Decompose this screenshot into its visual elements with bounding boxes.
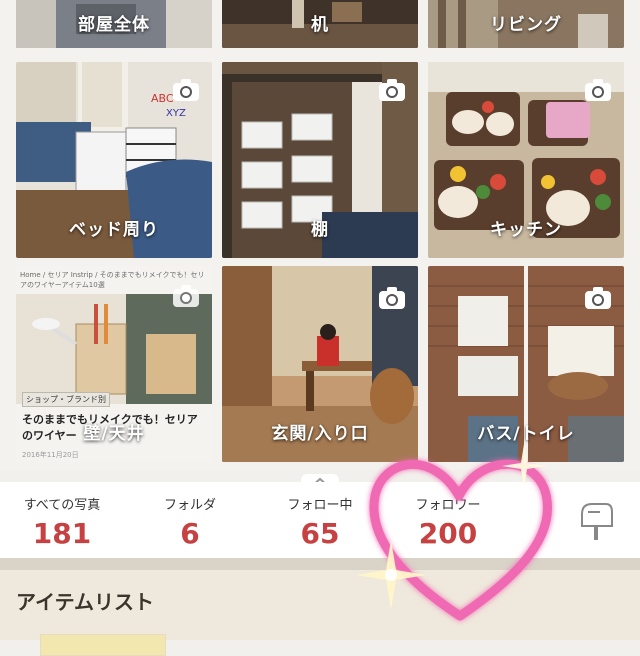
folder-photo: [16, 294, 212, 404]
profile-stats: すべての写真 181 フォルダ 6 フォロー中 65 フォロワー 200: [0, 482, 640, 558]
folder-label: 壁/天井: [83, 424, 145, 444]
stat-value: 6: [180, 517, 200, 550]
stat-label: すべての写真: [23, 498, 101, 513]
folder-tile-shelf[interactable]: 棚: [222, 62, 418, 258]
folder-label: 部屋全体: [78, 15, 150, 35]
folder-label: ベッド周り: [69, 220, 159, 240]
folder-tile-living[interactable]: リビング: [428, 0, 624, 48]
stat-value: 65: [300, 517, 340, 550]
folder-label: キッチン: [490, 220, 562, 240]
stat-all-photos[interactable]: すべての写真 181: [2, 494, 122, 550]
section-divider: [0, 558, 640, 570]
folder-tile-bed[interactable]: ABC XYZ ベッド周り: [16, 62, 212, 258]
folder-label: リビング: [490, 15, 562, 35]
svg-text:XYZ: XYZ: [166, 108, 186, 119]
mailbox-icon[interactable]: [576, 500, 616, 540]
folder-tile-desk[interactable]: 机: [222, 0, 418, 48]
camera-icon: [173, 79, 199, 101]
stat-label: フォロー中: [287, 498, 353, 513]
camera-icon: [585, 287, 611, 309]
stat-value: 181: [32, 517, 92, 550]
item-thumbnail[interactable]: [40, 634, 166, 656]
folder-tile-wall-ceiling[interactable]: Home / セリア Instrip / そのままでもリメイクでも！セリアのワイ…: [16, 266, 212, 462]
camera-icon: [585, 79, 611, 101]
folder-tile-whole-room[interactable]: 部屋全体: [16, 0, 212, 48]
category-tag: ショップ・ブランド別: [22, 392, 110, 407]
folder-label: バス/トイレ: [477, 424, 575, 444]
folder-tile-bath-toilet[interactable]: バス/トイレ: [428, 266, 624, 462]
folder-label: 机: [311, 15, 329, 35]
folder-tile-kitchen[interactable]: キッチン: [428, 62, 624, 258]
stat-following[interactable]: フォロー中 65: [260, 494, 380, 550]
section-title: アイテムリスト: [16, 590, 154, 614]
camera-icon: [379, 287, 405, 309]
stat-label: フォロワー: [415, 498, 481, 513]
folder-label: 玄関/入り口: [271, 424, 369, 444]
item-list-section: アイテムリスト: [0, 570, 640, 656]
stat-followers[interactable]: フォロワー 200: [388, 494, 508, 550]
stat-value: 200: [418, 517, 478, 550]
stat-folders[interactable]: フォルダ 6: [130, 494, 250, 550]
article-date: 2016年11月20日: [22, 451, 79, 459]
folder-tile-entrance[interactable]: 玄関/入り口: [222, 266, 418, 462]
folder-grid: 部屋全体 机 リビング ABC XYZ ベッド周り 棚 キッチン Home / …: [0, 0, 640, 470]
stat-label: フォルダ: [163, 498, 216, 513]
camera-icon: [379, 79, 405, 101]
svg-text:ABC: ABC: [151, 92, 174, 105]
camera-icon: [173, 285, 199, 307]
folder-label: 棚: [311, 220, 329, 240]
